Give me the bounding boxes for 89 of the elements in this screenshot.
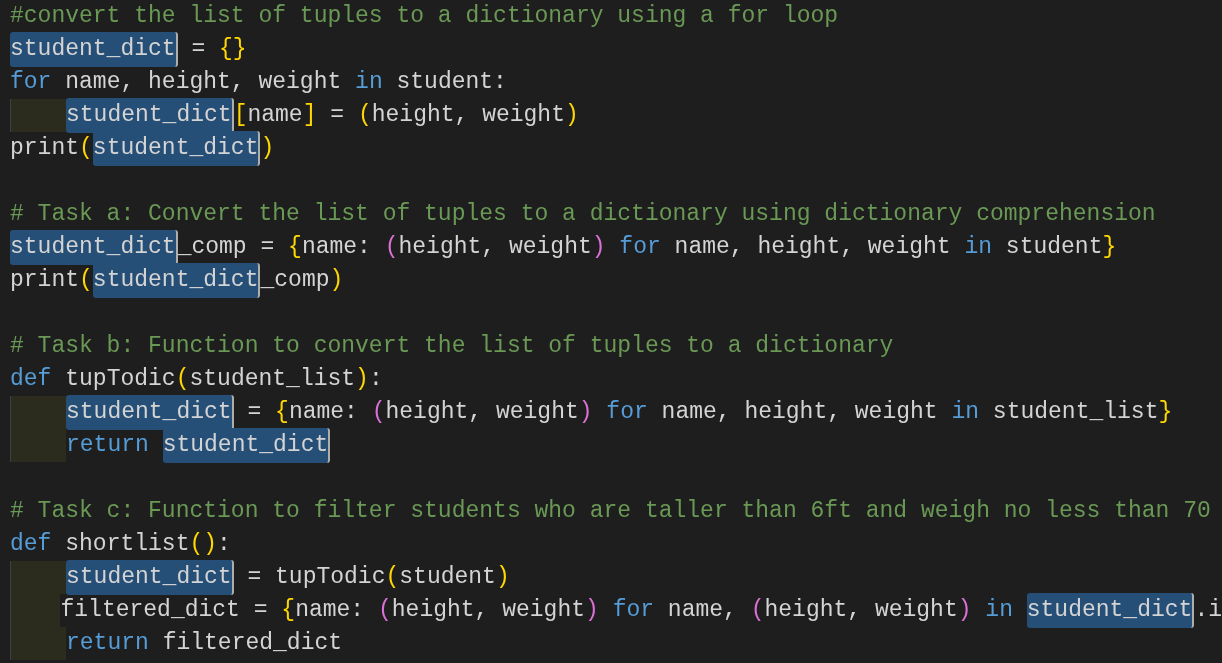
indent-guide (10, 429, 66, 462)
bracket: ( (377, 596, 392, 626)
comment: # Task b: Function to convert the list of tuples to a dictionary (10, 332, 894, 362)
code-text: student: (395, 68, 507, 98)
keyword: return (66, 629, 149, 659)
keyword: for (606, 398, 648, 428)
bracket: ( (79, 134, 93, 164)
bracket: } (1102, 233, 1117, 263)
code-text: name (247, 101, 303, 131)
keyword: for (612, 596, 655, 626)
code-text: = tupTodic (246, 563, 386, 593)
highlighted-word: student_dict (162, 428, 331, 463)
bracket: { (288, 233, 302, 263)
code-text: .i (1194, 596, 1222, 626)
bracket: ( (385, 563, 400, 593)
keyword: return (66, 431, 150, 461)
indent-guide (10, 561, 66, 594)
bracket: ) (585, 596, 600, 626)
keyword: in (951, 398, 980, 428)
bracket: } (1158, 398, 1173, 428)
highlighted-word: student_dict (92, 263, 261, 298)
indent-guide (10, 99, 66, 132)
comment: # Task c: Function to filter students who are taller than 6ft and weigh no less than 70 (10, 497, 1211, 527)
bracket: ) (578, 398, 594, 428)
highlighted-word: student_dict (1026, 593, 1195, 628)
bracket: { (281, 596, 296, 626)
bracket: ( (79, 266, 93, 296)
highlighted-word: student_dict (66, 395, 234, 430)
bracket: ) (355, 365, 369, 395)
code-text: shortlist (64, 530, 190, 560)
code-text: filtered_dict = (60, 596, 269, 626)
code-text: _comp (260, 266, 330, 296)
code-text: name, height, weight (660, 398, 939, 428)
code-text: : (368, 365, 383, 395)
bracket: () (189, 530, 218, 560)
code-text: name, height, weight (64, 68, 343, 98)
code-text: : (217, 530, 231, 560)
code-text: student_list (991, 398, 1159, 428)
code-text: student (1004, 233, 1103, 263)
highlighted-word: student_dict (10, 32, 178, 67)
bracket: ) (260, 134, 275, 164)
bracket: ( (175, 365, 190, 395)
keyword: for (10, 68, 52, 98)
code-text: = (190, 35, 207, 65)
code-text: name: (288, 398, 359, 428)
bracket: ) (564, 101, 579, 131)
code-text: height, weight (385, 398, 579, 428)
indent-guide (10, 627, 66, 660)
bracket: ( (357, 101, 372, 131)
code-text: tupTodic (64, 365, 176, 395)
code-text: height, weight (764, 596, 958, 626)
code-text: print (10, 134, 79, 164)
code-text: student (399, 563, 496, 593)
code-text: name: (301, 233, 372, 263)
code-text: filtered_dict (161, 629, 343, 659)
code-text: name, height, weight (673, 233, 952, 263)
code-text: print (10, 266, 79, 296)
keyword: in (355, 68, 383, 98)
keyword: in (985, 596, 1014, 626)
code-text: height, weight (391, 596, 585, 626)
comment: #convert the list of tuples to a dictionary using a for loop (10, 2, 839, 32)
bracket: ( (384, 233, 399, 263)
bracket: ) (591, 233, 607, 263)
bracket: ) (957, 596, 973, 626)
bracket: ] (302, 101, 317, 131)
code-text: name: (295, 596, 366, 626)
keyword: in (964, 233, 993, 263)
keyword: def (10, 530, 52, 560)
code-text: = (329, 101, 346, 131)
highlighted-word: student_dict (92, 131, 261, 166)
bracket: ( (371, 398, 386, 428)
keyword: for (619, 233, 661, 263)
comment: # Task a: Convert the list of tuples to a dictionary using dictionary comprehension (10, 200, 1156, 230)
bracket: [ (233, 101, 248, 131)
code-text: student_list (189, 365, 356, 395)
highlighted-word: student_dict (66, 560, 234, 595)
bracket: ) (495, 563, 510, 593)
bracket: {} (219, 35, 247, 65)
code-text: = (246, 398, 263, 428)
bracket: ) (329, 266, 344, 296)
bracket: ( (750, 596, 765, 626)
highlighted-word: student_dict (66, 98, 234, 133)
highlighted-word: student_dict (10, 230, 178, 265)
code-text: height, weight (371, 101, 565, 131)
bracket: { (275, 398, 289, 428)
keyword: def (10, 365, 52, 395)
code-text: name, (666, 596, 738, 626)
code-text: height, weight (398, 233, 592, 263)
indent-guide (10, 396, 66, 429)
